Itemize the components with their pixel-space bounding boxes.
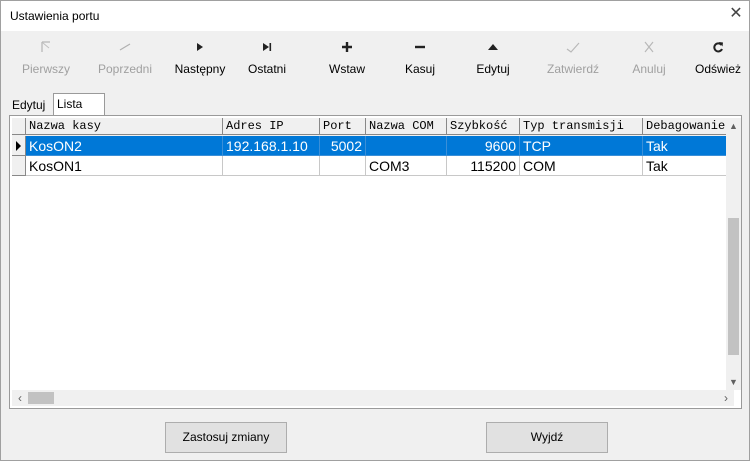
tab-lista-label: Lista xyxy=(57,97,83,111)
delete-button[interactable]: Kasuj xyxy=(395,31,445,87)
exit-button[interactable]: Wyjdź xyxy=(486,422,608,453)
insert-icon xyxy=(321,41,373,55)
cancel-button-label: Anuluj xyxy=(632,62,666,76)
column-header-typ-transmisji[interactable]: Typ transmisji xyxy=(520,118,643,135)
next-button-label: Następny xyxy=(174,62,226,76)
window-title: Ustawienia portu xyxy=(10,9,100,23)
column-header-port[interactable]: Port xyxy=(320,118,366,135)
first-record-icon xyxy=(19,41,73,55)
last-record-icon xyxy=(241,41,293,55)
grid-header: Nazwa kasy Adres IP Port Nazwa COM Szybk… xyxy=(12,118,734,136)
prior-button-label: Poprzedni xyxy=(97,62,153,76)
tab-edytuj[interactable]: Edytuj xyxy=(9,97,57,114)
next-button[interactable]: Następny xyxy=(169,31,231,87)
delete-button-label: Kasuj xyxy=(404,62,436,76)
tab-lista[interactable]: Lista xyxy=(53,93,105,115)
cell-debagowanie[interactable]: Tak xyxy=(643,136,734,156)
row-indicator xyxy=(12,136,26,156)
scroll-left-icon[interactable]: ‹ xyxy=(12,390,28,406)
delete-icon xyxy=(395,41,445,55)
data-grid[interactable]: Nazwa kasy Adres IP Port Nazwa COM Szybk… xyxy=(12,118,734,390)
navigator-toolbar: Pierwszy Poprzedni Następny Ostatni Wsta… xyxy=(1,31,749,87)
prior-button[interactable]: Poprzedni xyxy=(90,31,160,87)
cancel-button[interactable]: Anuluj xyxy=(623,31,675,87)
cell-typ-transmisji[interactable]: TCP xyxy=(520,136,643,156)
column-header-nazwa-kasy[interactable]: Nazwa kasy xyxy=(26,118,223,135)
scroll-right-icon[interactable]: › xyxy=(718,390,734,406)
post-button-label: Zatwierdź xyxy=(546,62,599,76)
cell-adres-ip[interactable]: 192.168.1.10 xyxy=(223,136,320,156)
vertical-scroll-thumb[interactable] xyxy=(728,218,739,355)
post-icon xyxy=(537,41,609,55)
column-header-debagowanie[interactable]: Debagowanie xyxy=(643,118,734,135)
scroll-down-icon[interactable]: ▼ xyxy=(726,374,741,390)
cell-szybkosc[interactable]: 9600 xyxy=(447,136,520,156)
close-icon[interactable]: ✕ xyxy=(727,5,745,23)
vertical-scrollbar[interactable]: ▲ ▼ xyxy=(726,118,741,390)
first-button[interactable]: Pierwszy xyxy=(19,31,73,87)
insert-button-label: Wstaw xyxy=(329,62,365,76)
tab-edytuj-label: Edytuj xyxy=(12,98,46,112)
post-button[interactable]: Zatwierdź xyxy=(537,31,609,87)
column-header-adres-ip[interactable]: Adres IP xyxy=(223,118,320,135)
cell-nazwa-com[interactable]: COM3 xyxy=(366,156,447,176)
cell-adres-ip[interactable] xyxy=(223,156,320,176)
scroll-up-icon[interactable]: ▲ xyxy=(726,118,741,134)
edit-icon xyxy=(465,41,521,55)
table-row[interactable]: KosON2 192.168.1.10 5002 9600 TCP Tak xyxy=(12,136,734,156)
prior-record-icon xyxy=(90,41,160,55)
edit-button[interactable]: Edytuj xyxy=(465,31,521,87)
edit-button-label: Edytuj xyxy=(476,62,510,76)
row-indicator xyxy=(12,156,26,176)
cell-debagowanie[interactable]: Tak xyxy=(643,156,734,176)
cell-nazwa-com[interactable] xyxy=(366,136,447,156)
cell-typ-transmisji[interactable]: COM xyxy=(520,156,643,176)
list-tab-panel: Nazwa kasy Adres IP Port Nazwa COM Szybk… xyxy=(9,115,742,409)
refresh-button-label: Odśwież xyxy=(694,62,741,76)
table-row[interactable]: KosON1 COM3 115200 COM Tak xyxy=(12,156,734,176)
cell-port[interactable] xyxy=(320,156,366,176)
horizontal-scroll-thumb[interactable] xyxy=(28,392,54,404)
column-header-nazwa-com[interactable]: Nazwa COM xyxy=(366,118,447,135)
port-settings-window: Ustawienia portu ✕ Pierwszy Poprzedni Na… xyxy=(0,0,750,461)
cell-nazwa-kasy[interactable]: KosON1 xyxy=(26,156,223,176)
footer: Zastosuj zmiany Wyjdź xyxy=(1,413,749,460)
current-row-arrow-icon xyxy=(16,141,21,151)
apply-changes-button[interactable]: Zastosuj zmiany xyxy=(165,422,287,453)
refresh-button[interactable]: Odśwież xyxy=(689,31,747,87)
column-header-szybkosc[interactable]: Szybkość xyxy=(447,118,520,135)
first-button-label: Pierwszy xyxy=(21,62,70,76)
refresh-icon xyxy=(689,41,747,55)
cell-szybkosc[interactable]: 115200 xyxy=(447,156,520,176)
last-button[interactable]: Ostatni xyxy=(241,31,293,87)
horizontal-scrollbar[interactable]: ‹ › xyxy=(12,390,734,406)
cell-port[interactable]: 5002 xyxy=(320,136,366,156)
cancel-icon xyxy=(623,41,675,55)
insert-button[interactable]: Wstaw xyxy=(321,31,373,87)
last-button-label: Ostatni xyxy=(247,62,286,76)
title-bar: Ustawienia portu ✕ xyxy=(1,1,749,31)
header-indicator xyxy=(12,118,26,135)
cell-nazwa-kasy[interactable]: KosON2 xyxy=(26,136,223,156)
next-record-icon xyxy=(169,41,231,55)
